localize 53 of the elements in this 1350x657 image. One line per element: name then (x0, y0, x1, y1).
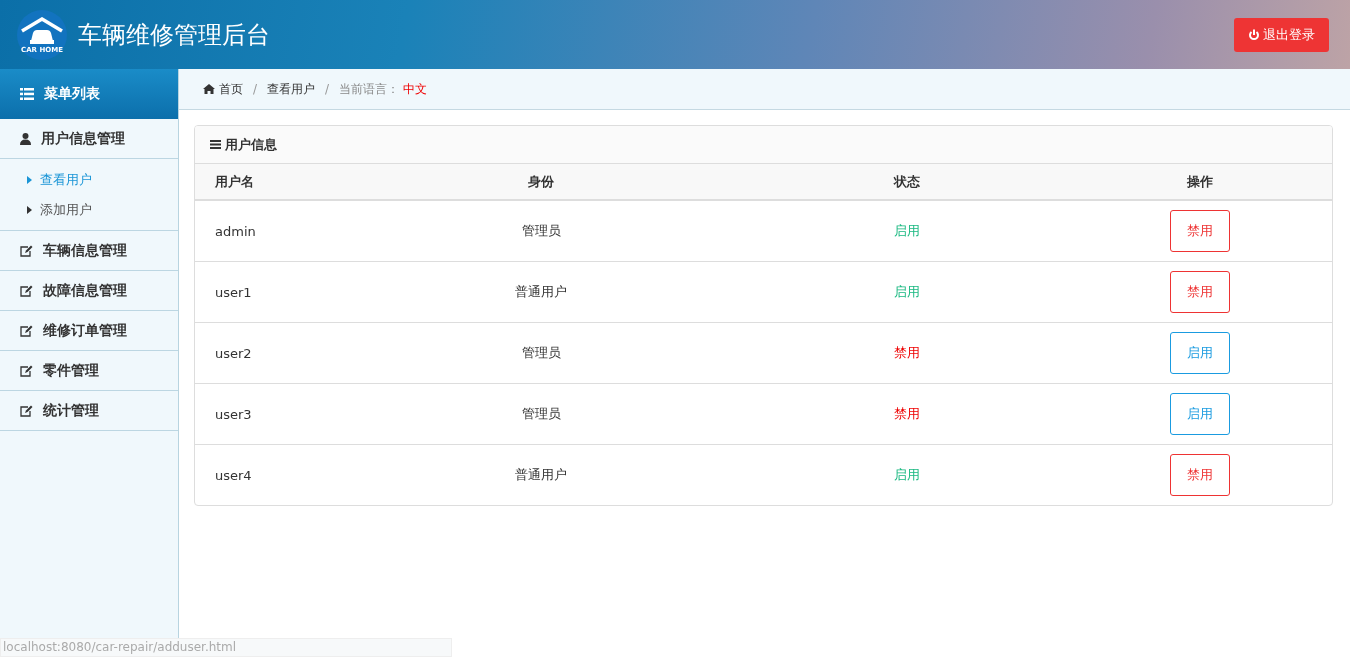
status-text: 禁用 (746, 322, 1068, 384)
menu-item[interactable]: 故障信息管理 (0, 271, 178, 311)
caret-icon (27, 176, 32, 184)
panel-title: 用户信息 (225, 135, 277, 154)
user-icon (20, 132, 31, 145)
home-icon (203, 84, 215, 94)
menu-icon (210, 140, 221, 149)
action-button[interactable]: 禁用 (1170, 271, 1230, 313)
car-house-icon (18, 16, 66, 47)
edit-icon (20, 284, 33, 297)
table-cell: 管理员 (336, 200, 746, 262)
logout-button[interactable]: 退出登录 (1234, 17, 1329, 52)
status-text: 启用 (746, 200, 1068, 262)
action-button[interactable]: 禁用 (1170, 454, 1230, 496)
breadcrumb-link[interactable]: 查看用户 (267, 80, 316, 98)
column-header: 状态 (746, 164, 1068, 200)
table-cell: user1 (195, 261, 336, 323)
column-header: 用户名 (195, 164, 336, 200)
submenu-item[interactable]: 添加用户 (0, 195, 178, 225)
status-url: localhost:8080/car-repair/adduser.html (0, 638, 452, 657)
home-link[interactable]: 首页 (219, 80, 243, 98)
table-cell: user3 (195, 383, 336, 445)
menu-item[interactable]: 统计管理 (0, 391, 178, 431)
table-cell: 管理员 (336, 322, 746, 384)
power-icon (1248, 28, 1260, 41)
edit-icon (20, 364, 33, 377)
edit-icon (20, 404, 33, 417)
menu-item[interactable]: 用户信息管理 (0, 119, 178, 159)
table-cell: 普通用户 (336, 444, 746, 505)
column-header: 身份 (336, 164, 746, 200)
action-button[interactable]: 禁用 (1170, 210, 1230, 252)
status-text: 禁用 (746, 383, 1068, 445)
language-label: 当前语言： (339, 80, 400, 98)
menu-item[interactable]: 维修订单管理 (0, 311, 178, 351)
table-cell: admin (195, 200, 336, 262)
menu-title: 菜单列表 (44, 85, 100, 103)
table-cell: 管理员 (336, 383, 746, 445)
menu-item[interactable]: 零件管理 (0, 351, 178, 391)
list-icon (20, 88, 34, 100)
edit-icon (20, 244, 33, 257)
breadcrumb-separator: / (325, 82, 330, 96)
table-cell: user4 (195, 444, 336, 505)
language-value: 中文 (403, 80, 428, 98)
app-title: 车辆维修管理后台 (78, 19, 270, 51)
menu-item[interactable]: 车辆信息管理 (0, 231, 178, 271)
column-header: 操作 (1068, 164, 1332, 200)
table-cell: user2 (195, 322, 336, 384)
table-cell: 普通用户 (336, 261, 746, 323)
status-text: 启用 (746, 444, 1068, 505)
status-text: 启用 (746, 261, 1068, 323)
breadcrumb-separator: / (253, 82, 258, 96)
caret-icon (27, 206, 32, 214)
edit-icon (20, 324, 33, 337)
